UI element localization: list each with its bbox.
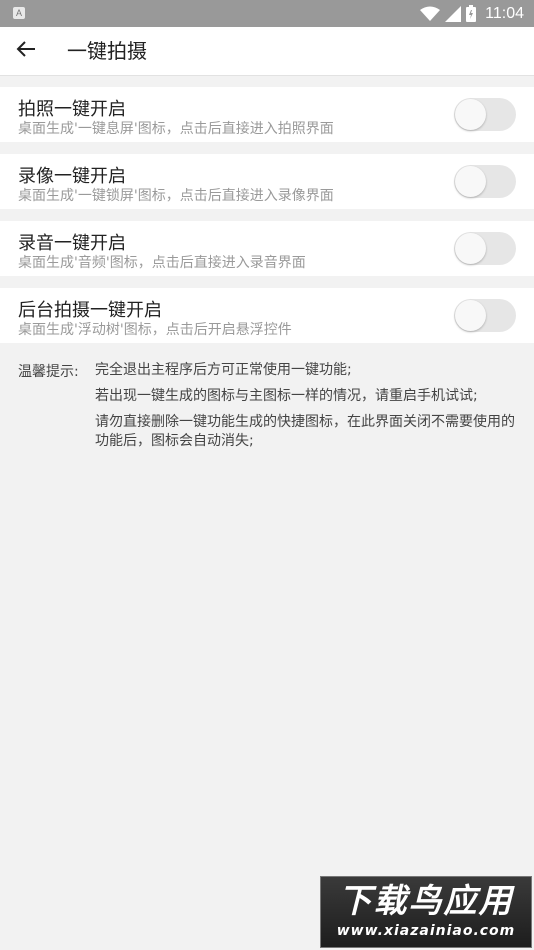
status-icons: 11:04 bbox=[420, 0, 524, 27]
setting-description: 桌面生成'一键息屏'图标，点击后直接进入拍照界面 bbox=[18, 121, 334, 137]
tip-line: 请勿直接删除一键功能生成的快捷图标，在此界面关闭不需要使用的功能后，图标会自动消… bbox=[95, 414, 515, 449]
setting-description: 桌面生成'一键锁屏'图标，点击后直接进入录像界面 bbox=[18, 188, 334, 204]
setting-description: 桌面生成'音频'图标，点击后直接进入录音界面 bbox=[18, 255, 306, 271]
arrow-left-icon bbox=[16, 40, 36, 62]
setting-row-audio: 录音一键开启 桌面生成'音频'图标，点击后直接进入录音界面 bbox=[0, 221, 534, 276]
status-time: 11:04 bbox=[485, 4, 524, 22]
background-capture-toggle[interactable] bbox=[454, 299, 516, 332]
tip-line: 若出现一键生成的图标与主图标一样的情况，请重启手机试试; bbox=[95, 388, 478, 404]
photo-toggle[interactable] bbox=[454, 98, 516, 131]
setting-row-background: 后台拍摄一键开启 桌面生成'浮动树'图标，点击后开启悬浮控件 bbox=[0, 288, 534, 343]
cell-signal-icon bbox=[445, 5, 462, 22]
battery-icon bbox=[466, 5, 477, 22]
tip-line: 完全退出主程序后方可正常使用一键功能; bbox=[95, 362, 352, 378]
setting-row-video: 录像一键开启 桌面生成'一键锁屏'图标，点击后直接进入录像界面 bbox=[0, 154, 534, 209]
watermark-title: 下载鸟应用 bbox=[338, 881, 514, 920]
watermark-url: www.xiazainiao.com bbox=[336, 923, 516, 939]
video-toggle[interactable] bbox=[454, 165, 516, 198]
setting-description: 桌面生成'浮动树'图标，点击后开启悬浮控件 bbox=[18, 322, 292, 338]
watermark-logo: 下载鸟应用 www.xiazainiao.com bbox=[320, 876, 532, 948]
tips-label: 温馨提示: bbox=[18, 364, 79, 380]
toggle-knob bbox=[455, 300, 486, 331]
wifi-icon bbox=[420, 6, 441, 22]
app-bar: 一键拍摄 bbox=[0, 27, 534, 76]
toggle-knob bbox=[455, 166, 486, 197]
notification-icon: A bbox=[13, 7, 25, 19]
audio-toggle[interactable] bbox=[454, 232, 516, 265]
toggle-knob bbox=[455, 99, 486, 130]
back-button[interactable] bbox=[8, 33, 44, 69]
settings-list: 拍照一键开启 桌面生成'一键息屏'图标，点击后直接进入拍照界面 录像一键开启 桌… bbox=[0, 87, 534, 355]
toggle-knob bbox=[455, 233, 486, 264]
tips-lines: 完全退出主程序后方可正常使用一键功能; 若出现一键生成的图标与主图标一样的情况，… bbox=[95, 361, 520, 458]
status-bar: A 11:04 bbox=[0, 0, 534, 27]
setting-row-photo: 拍照一键开启 桌面生成'一键息屏'图标，点击后直接进入拍照界面 bbox=[0, 87, 534, 142]
page-title: 一键拍摄 bbox=[67, 39, 147, 63]
